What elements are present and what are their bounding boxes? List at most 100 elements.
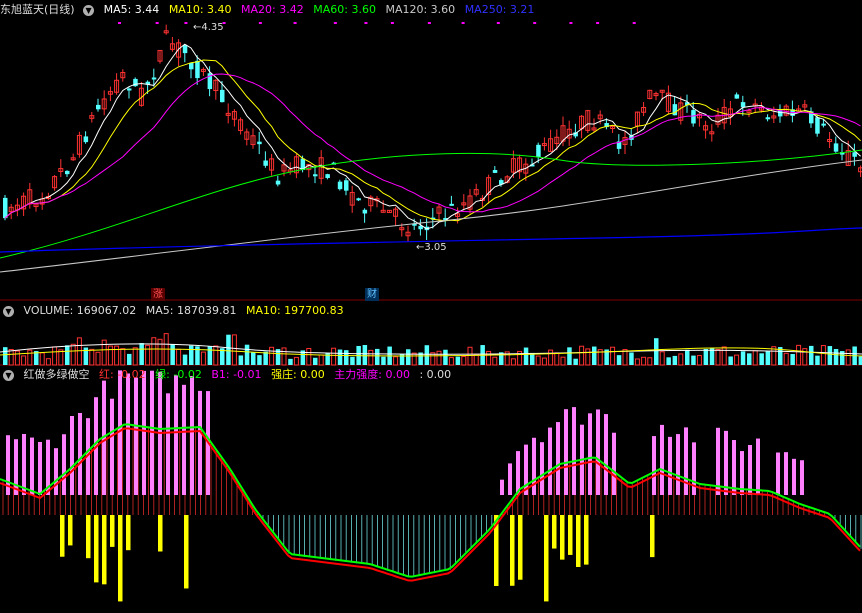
volume-bar: [535, 355, 541, 366]
volume-bar: [685, 349, 690, 365]
volume-bar: [95, 351, 101, 366]
volume-bar: [281, 347, 287, 366]
volume-bar: [226, 334, 231, 365]
candle-body: [691, 110, 696, 124]
pink-bar: [588, 413, 592, 495]
candle-body: [263, 160, 268, 166]
yellow-bar: [184, 515, 189, 589]
yellow-bar: [560, 515, 565, 560]
volume-bar: [200, 351, 206, 366]
candle-body: [449, 203, 454, 206]
volume-bar: [362, 345, 368, 365]
volume-bar: [14, 350, 20, 366]
candle-body: [275, 180, 281, 185]
yellow-bar: [510, 515, 515, 586]
volume-bar: [120, 348, 126, 366]
volume-bar: [455, 356, 461, 365]
volume-bar: [678, 353, 684, 366]
signal-dot: [427, 22, 431, 24]
volume-bar: [759, 353, 764, 365]
volume-bar: [560, 356, 566, 366]
volume-bar: [654, 338, 659, 365]
pink-bar: [54, 448, 58, 495]
dropdown-chevron-icon[interactable]: ▼: [3, 369, 14, 381]
volume-bar: [672, 355, 678, 365]
pink-bar: [652, 436, 656, 495]
volume-bar: [734, 354, 740, 366]
pink-bar: [604, 414, 608, 495]
ma60-label: MA60: 3.60: [313, 3, 376, 16]
volume-bar: [170, 344, 175, 365]
volume-bar: [269, 346, 275, 366]
yellow-bar: [68, 515, 73, 546]
signal-dot: [533, 22, 537, 24]
volume-value: VOLUME: 169067.02: [23, 304, 137, 317]
pink-bar: [508, 463, 512, 495]
volume-bar: [306, 348, 312, 366]
signal-dot: [155, 22, 159, 24]
yellow-bar: [650, 515, 655, 558]
candle-body: [672, 104, 678, 116]
volume-bar: [647, 357, 653, 366]
candle-body: [734, 94, 740, 99]
pink-bar: [78, 412, 82, 495]
pink-bar: [684, 427, 688, 495]
volume-ma10: MA10: 197700.83: [245, 304, 344, 317]
rise-tag[interactable]: 涨: [151, 288, 165, 301]
volume-bar: [747, 353, 752, 365]
dropdown-chevron-icon[interactable]: ▼: [83, 4, 95, 16]
volume-bar: [523, 347, 529, 365]
yellow-bar: [118, 515, 123, 602]
high-price-label: ←4.35: [193, 22, 224, 33]
candle-body: [3, 197, 8, 219]
candle-body: [492, 170, 498, 173]
ma5-line: [4, 43, 861, 230]
volume-bar: [145, 344, 151, 366]
candle-body: [765, 117, 771, 120]
volume-bar: [318, 354, 324, 366]
ma10-label: MA10: 3.40: [168, 3, 232, 16]
volume-bar: [21, 355, 27, 366]
volume-bar: [659, 351, 665, 366]
volume-bar: [783, 352, 789, 366]
pink-bar: [724, 430, 728, 495]
volume-bar: [641, 356, 647, 366]
volume-bar: [132, 347, 138, 366]
signal-dot: [632, 22, 636, 24]
volume-bar: [65, 345, 70, 365]
yellow-bar: [158, 515, 163, 552]
volume-bar: [101, 339, 107, 366]
candle-body: [337, 181, 343, 190]
volume-bar: [238, 355, 244, 365]
candle-body: [127, 88, 132, 91]
dropdown-chevron-icon[interactable]: ▼: [3, 305, 14, 317]
volume-bar: [213, 345, 219, 366]
volume-bar: [411, 352, 417, 366]
finance-tag[interactable]: 财: [365, 288, 379, 301]
volume-bar: [182, 354, 188, 365]
volume-ma5: MA5: 187039.81: [145, 304, 237, 317]
volume-bar: [616, 355, 622, 365]
volume-bar: [691, 355, 696, 365]
pink-bar: [660, 424, 664, 495]
pink-bar: [22, 433, 26, 495]
volume-bar: [89, 348, 95, 366]
pink-bar: [572, 407, 576, 495]
volume-bar: [573, 358, 578, 365]
volume-bar: [740, 351, 746, 365]
volume-bar: [765, 351, 771, 365]
pink-bar: [70, 416, 74, 495]
signal-dot: [461, 22, 465, 24]
pink-bar: [776, 452, 780, 495]
volume-bar: [448, 357, 454, 366]
pink-bar: [532, 437, 536, 495]
candle-body: [220, 89, 225, 103]
ma5-label: MA5: 3.44: [103, 3, 160, 16]
pink-bar: [556, 422, 560, 495]
volume-bar: [350, 356, 355, 365]
volume-bar: [313, 357, 318, 365]
volume-bar: [207, 346, 213, 365]
pink-bar: [142, 370, 146, 495]
candle-body: [182, 44, 188, 54]
indicator-main-force: 主力强度: 0.00: [334, 368, 410, 381]
